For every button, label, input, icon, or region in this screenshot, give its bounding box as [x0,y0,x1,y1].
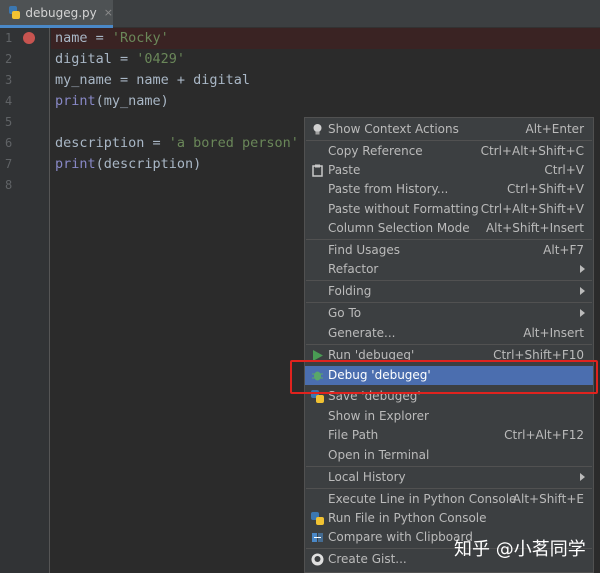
menu-item-copy-reference[interactable]: Copy Reference Ctrl+Alt+Shift+C [305,142,593,161]
line-number: 8 [5,178,13,192]
tab-label: debugeg.py [25,5,97,20]
annotation-highlight-box [290,360,598,394]
menu-item-go-to[interactable]: Go To [305,304,593,323]
line-number: 4 [5,94,13,108]
menu-item-find-usages[interactable]: Find Usages Alt+F7 [305,241,593,260]
menu-item-paste-without-formatting[interactable]: Paste without Formatting Ctrl+Alt+Shift+V [305,200,593,219]
editor-context-menu: Show Context Actions Alt+Enter Copy Refer… [304,117,594,573]
code-line-1: name = 'Rocky' [55,30,169,46]
submenu-arrow-icon [580,287,585,295]
menu-item-paste-from-history[interactable]: Paste from History... Ctrl+Shift+V [305,180,593,199]
line-number: 5 [5,115,13,129]
line-number-gutter[interactable]: 1 2 3 4 5 6 7 8 [0,28,50,573]
menu-item-run-file-in-python-console[interactable]: Run File in Python Console [305,509,593,528]
menu-item-show-context-actions[interactable]: Show Context Actions Alt+Enter [305,120,593,139]
menu-separator [306,466,592,467]
menu-separator [306,140,592,141]
line-number: 2 [5,52,13,66]
menu-item-generate[interactable]: Generate... Alt+Insert [305,324,593,343]
python-file-icon [9,6,21,19]
line-number: 6 [5,136,13,150]
lightbulb-icon [311,123,324,136]
menu-item-open-in-terminal[interactable]: Open in Terminal [305,446,593,465]
code-line-2: digital = '0429' [55,51,186,67]
menu-item-refactor[interactable]: Refactor [305,260,593,279]
compare-icon [311,531,324,544]
menu-item-folding[interactable]: Folding [305,282,593,301]
line-number: 3 [5,73,13,87]
line-number: 1 [5,31,13,45]
python-icon [311,512,324,525]
code-line-4: print(my_name) [55,93,169,109]
menu-separator [306,488,592,489]
editor-tab-bar: debugeg.py × [0,0,600,28]
menu-separator [306,302,592,303]
menu-separator [306,280,592,281]
submenu-arrow-icon [580,309,585,317]
github-icon [311,553,324,566]
code-line-6: description = 'a bored person' [55,135,299,151]
menu-item-paste[interactable]: Paste Ctrl+V [305,161,593,180]
menu-item-show-in-explorer[interactable]: Show in Explorer [305,407,593,426]
menu-item-file-path[interactable]: File Path Ctrl+Alt+F12 [305,426,593,445]
menu-item-column-selection-mode[interactable]: Column Selection Mode Alt+Shift+Insert [305,219,593,238]
code-line-7: print(description) [55,156,202,172]
clipboard-icon [311,164,324,177]
menu-item-local-history[interactable]: Local History [305,468,593,487]
line-number: 7 [5,157,13,171]
menu-separator [306,344,592,345]
submenu-arrow-icon [580,265,585,273]
menu-separator [306,239,592,240]
watermark: 知乎 @小茗同学 [454,539,586,560]
menu-item-execute-line-in-python-console[interactable]: Execute Line in Python Console Alt+Shift+… [305,490,593,509]
breakpoint-icon[interactable] [23,32,35,44]
tab-debugeg[interactable]: debugeg.py × [0,0,113,28]
submenu-arrow-icon [580,473,585,481]
tab-close-icon[interactable]: × [104,6,113,19]
code-line-3: my_name = name + digital [55,72,251,88]
